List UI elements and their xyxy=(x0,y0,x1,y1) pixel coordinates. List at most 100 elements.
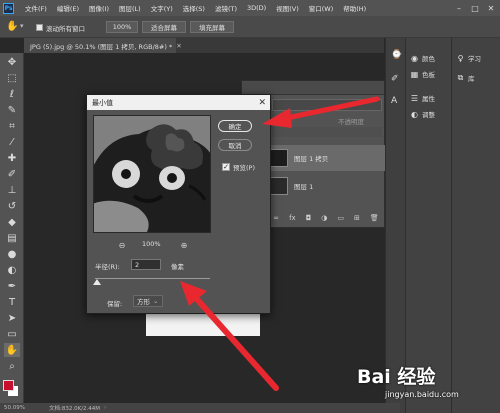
menu-select[interactable]: 选择(S) xyxy=(178,3,210,13)
eyedropper-icon[interactable]: ⁄ xyxy=(4,135,20,149)
history-icon[interactable]: ⌚ xyxy=(391,50,402,60)
adjustment-icon[interactable]: ◑ xyxy=(321,214,327,222)
type-tool-icon[interactable]: T xyxy=(4,295,20,309)
move-tool-icon[interactable]: ✥ xyxy=(4,55,20,69)
ok-button[interactable]: 确定 xyxy=(218,120,252,132)
lock-row xyxy=(272,127,382,137)
document-tab[interactable]: JPG (5).jpg @ 50.1% (图层 1 拷贝, RGB/8#) * … xyxy=(24,38,182,53)
half-circle-icon: ◐ xyxy=(411,109,418,119)
preview-checkbox[interactable]: ✓ xyxy=(222,163,230,171)
cancel-button[interactable]: 取消 xyxy=(218,139,252,151)
menu-view[interactable]: 视图(V) xyxy=(271,3,304,13)
brush-tool-icon[interactable]: ✐ xyxy=(4,167,20,181)
menu-window[interactable]: 窗口(W) xyxy=(304,3,339,13)
tab-close-icon[interactable]: ✕ xyxy=(176,42,181,50)
tools-panel: ✥ ⬚ ℓ ✎ ⌗ ⁄ ✚ ✐ ⊥ ↺ ◆ ▤ ● ◐ ✒ T ➤ ▭ ✋ ⌕ xyxy=(0,53,24,403)
zoom-out-icon[interactable]: ⊖ xyxy=(117,240,127,250)
preserve-label: 保留: xyxy=(107,300,123,308)
status-menu-icon[interactable]: › xyxy=(104,405,106,411)
trash-icon[interactable]: 🗑 xyxy=(370,214,379,222)
radius-slider-track[interactable] xyxy=(95,278,210,279)
history-brush-icon[interactable]: ↺ xyxy=(4,199,20,213)
radius-input[interactable]: 2 xyxy=(131,259,161,270)
menu-file[interactable]: 文件(F) xyxy=(20,3,52,13)
close-window-icon[interactable]: ✕ xyxy=(484,0,498,16)
close-icon[interactable]: ✕ xyxy=(258,95,266,110)
menu-type[interactable]: 文字(Y) xyxy=(146,3,178,13)
crop-tool-icon[interactable]: ⌗ xyxy=(4,119,20,133)
link-icon[interactable]: ∞ xyxy=(273,214,279,222)
zoom-in-icon[interactable]: ⊕ xyxy=(179,240,189,250)
zoom-tool-icon[interactable]: ⌕ xyxy=(4,359,20,373)
preview-label: 预览(P) xyxy=(233,164,255,172)
radius-slider-thumb[interactable] xyxy=(93,279,101,285)
layers-toolbar xyxy=(272,99,382,111)
folder-icon[interactable]: ▭ xyxy=(337,214,344,222)
learn-panel-column: ♀ 学习 ⧉ 库 xyxy=(451,38,500,413)
lasso-tool-icon[interactable]: ℓ xyxy=(4,87,20,101)
document-tab-bar: JPG (5).jpg @ 50.1% (图层 1 拷贝, RGB/8#) * … xyxy=(24,38,384,53)
adjustments-panel-tab[interactable]: ◐ 调整 xyxy=(410,108,435,120)
layers-footer: ∞ fx ◘ ◑ ▭ ⊞ 🗑 xyxy=(268,211,384,225)
layer-thumbnail xyxy=(268,177,288,195)
document-tab-title: JPG (5).jpg @ 50.1% (图层 1 拷贝, RGB/8#) * xyxy=(30,42,173,51)
maximize-icon[interactable]: □ xyxy=(468,0,482,16)
hand-tool-icon[interactable]: ✋ xyxy=(4,343,20,357)
scroll-all-label: 滚动所有窗口 xyxy=(46,25,85,33)
layer-thumbnail xyxy=(268,149,288,167)
mask-icon[interactable]: ◘ xyxy=(306,214,312,222)
menu-3d[interactable]: 3D(D) xyxy=(242,4,271,12)
chevron-down-icon[interactable]: ▾ xyxy=(20,22,24,30)
menu-help[interactable]: 帮助(H) xyxy=(338,3,371,13)
clone-stamp-icon[interactable]: ⊥ xyxy=(4,183,20,197)
preview-zoom-level: 100% xyxy=(142,240,161,248)
preview-image xyxy=(94,116,210,232)
quick-select-icon[interactable]: ✎ xyxy=(4,103,20,117)
path-select-icon[interactable]: ➤ xyxy=(4,311,20,325)
blur-icon[interactable]: ● xyxy=(4,247,20,261)
new-layer-icon[interactable]: ⊞ xyxy=(354,214,360,222)
menu-image[interactable]: 图像(I) xyxy=(84,3,114,13)
filter-preview[interactable] xyxy=(93,115,211,233)
palette-icon: ◉ xyxy=(411,53,418,63)
pen-tool-icon[interactable]: ✒ xyxy=(4,279,20,293)
layer-name: 图层 1 xyxy=(294,183,314,191)
menu-filter[interactable]: 滤镜(T) xyxy=(210,3,242,13)
opacity-label: 不透明度 xyxy=(338,118,364,126)
character-icon[interactable]: A xyxy=(391,96,397,106)
brush-settings-icon[interactable]: ✐ xyxy=(391,74,399,84)
fit-screen-button[interactable]: 适合屏幕 xyxy=(142,21,186,33)
library-panel-tab[interactable]: ⧉ 库 xyxy=(456,72,475,84)
minimize-icon[interactable]: – xyxy=(452,0,466,16)
panel-icon-strip: ⌚ ✐ A xyxy=(385,38,405,413)
layer-name: 图层 1 拷贝 xyxy=(294,155,329,163)
fx-icon[interactable]: fx xyxy=(289,214,296,222)
status-zoom[interactable]: 50.09% xyxy=(4,405,25,411)
eraser-icon[interactable]: ◆ xyxy=(4,215,20,229)
watermark-brand: Bai 经验 xyxy=(357,366,436,388)
photoshop-logo: Ps xyxy=(3,2,14,14)
learn-panel-tab[interactable]: ♀ 学习 xyxy=(456,52,481,64)
marquee-tool-icon[interactable]: ⬚ xyxy=(4,71,20,85)
menu-layer[interactable]: 图层(L) xyxy=(114,3,146,13)
foreground-color-swatch[interactable] xyxy=(3,380,14,391)
scroll-all-checkbox[interactable] xyxy=(36,24,43,31)
healing-brush-icon[interactable]: ✚ xyxy=(4,151,20,165)
fill-screen-button[interactable]: 填充屏幕 xyxy=(190,21,234,33)
menu-edit[interactable]: 编辑(E) xyxy=(52,3,84,13)
color-panel-tab[interactable]: ◉ 颜色 xyxy=(410,52,435,64)
color-panel-column: ◉ 颜色 ▦ 色板 ☰ 属性 ◐ 调整 xyxy=(405,38,451,413)
zoom-100-button[interactable]: 100% xyxy=(106,21,138,33)
properties-panel-tab[interactable]: ☰ 属性 xyxy=(410,92,435,104)
gradient-icon[interactable]: ▤ xyxy=(4,231,20,245)
preserve-select[interactable]: 方形 ⌄ xyxy=(133,295,163,307)
lightbulb-icon: ♀ xyxy=(457,53,464,63)
dodge-icon[interactable]: ◐ xyxy=(4,263,20,277)
layer-row[interactable]: 图层 1 xyxy=(268,173,386,199)
shape-tool-icon[interactable]: ▭ xyxy=(4,327,20,341)
minimum-filter-dialog: 最小值 ✕ 确定 取消 ✓ 预览(P) ⊖ 100% ⊕ 半径(R): 2 像素… xyxy=(86,94,271,314)
chevron-down-icon: ⌄ xyxy=(153,297,159,305)
hand-tool-icon: ✋ xyxy=(6,21,19,32)
swatches-panel-tab[interactable]: ▦ 色板 xyxy=(410,68,435,80)
layer-row[interactable]: 图层 1 拷贝 xyxy=(268,145,386,171)
